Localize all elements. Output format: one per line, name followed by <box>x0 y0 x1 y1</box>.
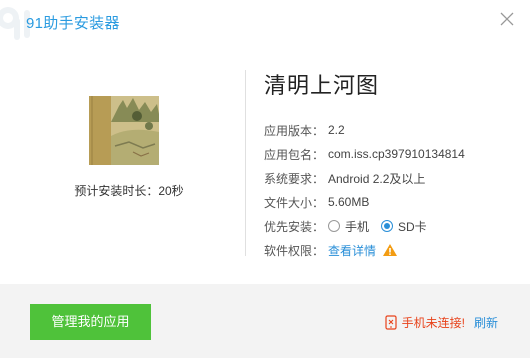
window-title: 91助手安装器 <box>26 15 120 32</box>
warning-icon <box>383 244 398 256</box>
install-to-phone-label: 手机 <box>345 219 370 234</box>
connection-status: 手机未连接! 刷新 <box>385 314 498 331</box>
permissions-label: 软件权限： <box>264 243 325 258</box>
requirement-value: Android 2.2及以上 <box>328 171 426 186</box>
info-row-install-pref: 优先安装： 手机 SD卡 <box>264 214 514 238</box>
app-name: 清明上河图 <box>264 73 380 98</box>
footer-bar: 管理我的应用 手机未连接! 刷新 <box>0 284 530 358</box>
size-value: 5.60MB <box>328 195 370 209</box>
size-label: 文件大小： <box>264 195 325 210</box>
installer-window: 91助手安装器 预计安装时长：20秒 清明上河图 应用版本： 2.2 应用包名：… <box>0 0 530 358</box>
info-row-requirement: 系统要求： Android 2.2及以上 <box>264 166 514 190</box>
close-icon[interactable] <box>498 10 516 28</box>
title-bar: 91助手安装器 <box>0 0 530 44</box>
version-label: 应用版本： <box>264 123 325 138</box>
info-row-size: 文件大小： 5.60MB <box>264 190 514 214</box>
radio-checked-icon <box>381 220 394 232</box>
version-value: 2.2 <box>328 123 345 137</box>
install-to-sd-label: SD卡 <box>398 219 427 234</box>
phone-disconnected-icon <box>385 315 397 330</box>
requirement-label: 系统要求： <box>264 171 325 186</box>
install-to-phone-radio[interactable]: 手机 <box>328 218 369 235</box>
app-cover-image <box>89 96 159 165</box>
info-row-version: 应用版本： 2.2 <box>264 118 514 142</box>
install-pref-label: 优先安装： <box>264 219 325 234</box>
install-to-sd-radio[interactable]: SD卡 <box>381 218 427 235</box>
app-info-list: 应用版本： 2.2 应用包名： com.iss.cp397910134814 系… <box>264 118 514 262</box>
install-time-estimate: 预计安装时长：20秒 <box>74 184 184 198</box>
manage-my-apps-button[interactable]: 管理我的应用 <box>30 304 151 340</box>
refresh-link[interactable]: 刷新 <box>474 314 498 331</box>
package-label: 应用包名： <box>264 147 325 162</box>
view-permissions-link[interactable]: 查看详情 <box>328 242 376 259</box>
radio-unchecked-icon <box>328 220 340 232</box>
package-value: com.iss.cp397910134814 <box>328 147 465 161</box>
vertical-divider <box>245 70 246 256</box>
info-row-package: 应用包名： com.iss.cp397910134814 <box>264 142 514 166</box>
phone-not-connected-text: 手机未连接! <box>401 316 465 330</box>
info-row-permissions: 软件权限： 查看详情 <box>264 238 514 262</box>
